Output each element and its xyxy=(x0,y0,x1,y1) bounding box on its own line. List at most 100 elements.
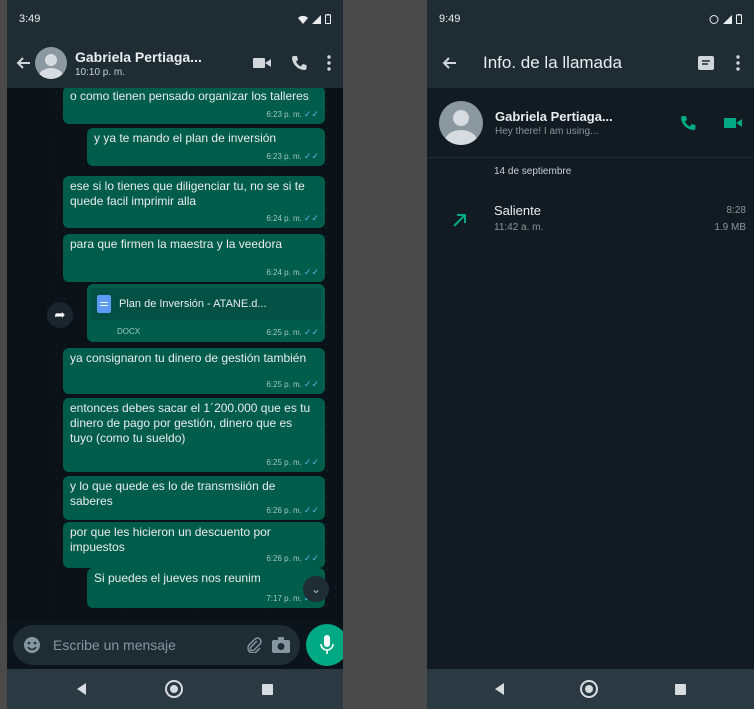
chat-screen: 3:49 Gabriela Pertiaga... 10:10 p. m. o … xyxy=(7,0,343,709)
composer xyxy=(7,621,343,669)
wifi-icon xyxy=(298,15,308,24)
contact-info: Gabriela Pertiaga... Hey there! I am usi… xyxy=(495,109,680,137)
page-title: Info. de la llamada xyxy=(483,53,622,72)
message-bubble[interactable]: ese si lo tienes que diligenciar tu, no … xyxy=(63,176,325,228)
status-bar: 3:49 xyxy=(7,0,343,38)
video-call-icon[interactable] xyxy=(724,117,742,129)
phone-call-icon[interactable] xyxy=(291,55,307,71)
message-list[interactable]: o como tienen pensado organizar los tall… xyxy=(7,88,343,621)
nav-home-icon[interactable] xyxy=(164,680,183,698)
call-log-row: Saliente 11:42 a. m. 8:28 1.9 MB xyxy=(427,200,754,240)
mic-icon xyxy=(320,635,334,654)
camera-icon[interactable] xyxy=(272,637,290,653)
back-arrow-icon[interactable] xyxy=(15,55,31,71)
nav-recents-icon[interactable] xyxy=(262,683,274,695)
voice-call-icon[interactable] xyxy=(680,115,696,131)
back-arrow-icon[interactable] xyxy=(441,55,457,71)
message-text: por que les hicieron un descuento por im… xyxy=(70,525,271,554)
message-time: 6:23 p. m. ✓✓ xyxy=(266,107,319,122)
outgoing-call-arrow-icon xyxy=(453,214,466,227)
message-bubble[interactable]: o como tienen pensado organizar los tall… xyxy=(63,88,325,124)
battery-icon xyxy=(325,14,331,24)
video-call-icon[interactable] xyxy=(253,57,271,69)
contact-info[interactable]: Gabriela Pertiaga... 10:10 p. m. xyxy=(75,49,253,78)
read-ticks-icon: ✓✓ xyxy=(303,457,319,467)
message-bubble[interactable]: por que les hicieron un descuento por im… xyxy=(63,522,325,568)
read-ticks-icon: ✓✓ xyxy=(303,553,319,563)
scroll-down-icon[interactable]: ⌄ xyxy=(303,576,329,602)
message-bubble[interactable]: Si puedes el jueves nos reunim 7:17 p. m… xyxy=(87,568,325,608)
document-attachment[interactable]: Plan de Inversión - ATANE.d... xyxy=(91,288,321,320)
battery-icon xyxy=(736,14,742,24)
document-message[interactable]: Plan de Inversión - ATANE.d... DOCX 6:25… xyxy=(87,284,325,342)
message-text: para que firmen la maestra y la veedora xyxy=(70,237,283,251)
message-time: 6:23 p. m. ✓✓ xyxy=(266,149,319,164)
date-header: 14 de septiembre xyxy=(494,166,572,177)
more-options-icon[interactable] xyxy=(736,55,740,71)
read-ticks-icon: ✓✓ xyxy=(303,379,319,389)
read-ticks-icon: ✓✓ xyxy=(303,151,319,161)
more-options-icon[interactable] xyxy=(327,55,331,71)
read-ticks-icon: ✓✓ xyxy=(303,109,319,119)
message-input[interactable] xyxy=(51,636,236,654)
read-ticks-icon: ✓✓ xyxy=(303,267,319,277)
call-data-size: 1.9 MB xyxy=(714,222,746,233)
contact-row[interactable]: Gabriela Pertiaga... Hey there! I am usi… xyxy=(427,88,754,158)
alarm-icon xyxy=(709,15,719,24)
mic-button[interactable] xyxy=(306,624,343,666)
message-bubble[interactable]: y ya te mando el plan de inversión 6:23 … xyxy=(87,128,325,166)
call-info-screen: 9:49 Info. de la llamada Gabriela Pertia… xyxy=(427,0,754,709)
call-direction: Saliente xyxy=(494,203,541,218)
status-icons xyxy=(709,14,742,24)
message-bubble[interactable]: ya consignaron tu dinero de gestión tamb… xyxy=(63,348,325,394)
nav-back-icon[interactable] xyxy=(76,683,86,695)
message-time: 6:24 p. m. ✓✓ xyxy=(266,265,319,280)
read-ticks-icon: ✓✓ xyxy=(303,327,319,337)
status-time: 3:49 xyxy=(19,13,41,25)
message-time: 6:25 p. m. ✓✓ xyxy=(266,455,319,470)
attach-icon[interactable] xyxy=(246,637,262,653)
call-info-header: Info. de la llamada xyxy=(427,38,754,88)
message-time: 6:26 p. m. ✓✓ xyxy=(266,503,319,518)
message-text: Si puedes el jueves nos reunim xyxy=(94,571,261,585)
contact-last-seen: 10:10 p. m. xyxy=(75,66,126,78)
message-text: ya consignaron tu dinero de gestión tamb… xyxy=(70,351,307,365)
forward-icon[interactable]: ➦ xyxy=(47,302,73,328)
message-text: ese si lo tienes que diligenciar tu, no … xyxy=(70,179,305,208)
document-name: Plan de Inversión - ATANE.d... xyxy=(119,297,267,310)
status-bar: 9:49 xyxy=(427,0,754,38)
signal-icon xyxy=(723,14,732,24)
chat-header: Gabriela Pertiaga... 10:10 p. m. xyxy=(7,38,343,88)
message-bubble[interactable]: para que firmen la maestra y la veedora … xyxy=(63,234,325,282)
contact-avatar[interactable] xyxy=(439,100,483,145)
message-time: 6:25 p. m. ✓✓ xyxy=(266,377,319,392)
message-text: o como tienen pensado organizar los tall… xyxy=(70,89,309,103)
call-duration: 8:28 xyxy=(726,205,746,216)
message-input-container xyxy=(13,625,300,665)
message-text: entonces debes sacar el 1´200.000 que es… xyxy=(70,401,311,445)
nav-recents-icon[interactable] xyxy=(674,683,686,695)
nav-back-icon[interactable] xyxy=(495,683,505,695)
status-icons xyxy=(298,14,331,24)
message-bubble[interactable]: y lo que quede es lo de transmsiión de s… xyxy=(63,476,325,520)
call-time: 11:42 a. m. xyxy=(494,222,544,233)
contact-about: Hey there! I am using... xyxy=(495,125,599,137)
nav-home-icon[interactable] xyxy=(580,680,599,698)
contact-avatar[interactable] xyxy=(35,47,67,79)
document-icon xyxy=(97,295,111,313)
emoji-icon[interactable] xyxy=(23,636,41,654)
status-time: 9:49 xyxy=(439,13,461,25)
android-nav-bar xyxy=(7,669,343,709)
read-ticks-icon: ✓✓ xyxy=(303,505,319,515)
signal-icon xyxy=(312,14,321,24)
contact-name: Gabriela Pertiaga... xyxy=(495,108,613,124)
message-time: 6:25 p. m. ✓✓ xyxy=(266,325,319,340)
message-icon[interactable] xyxy=(698,56,714,70)
message-time: 6:26 p. m. ✓✓ xyxy=(266,551,319,566)
message-time: 6:24 p. m. ✓✓ xyxy=(266,211,319,226)
message-text: y ya te mando el plan de inversión xyxy=(94,131,277,145)
android-nav-bar xyxy=(427,669,754,709)
message-bubble[interactable]: entonces debes sacar el 1´200.000 que es… xyxy=(63,398,325,472)
message-text: y lo que quede es lo de transmsiión de s… xyxy=(70,479,276,508)
document-type: DOCX xyxy=(117,327,141,336)
